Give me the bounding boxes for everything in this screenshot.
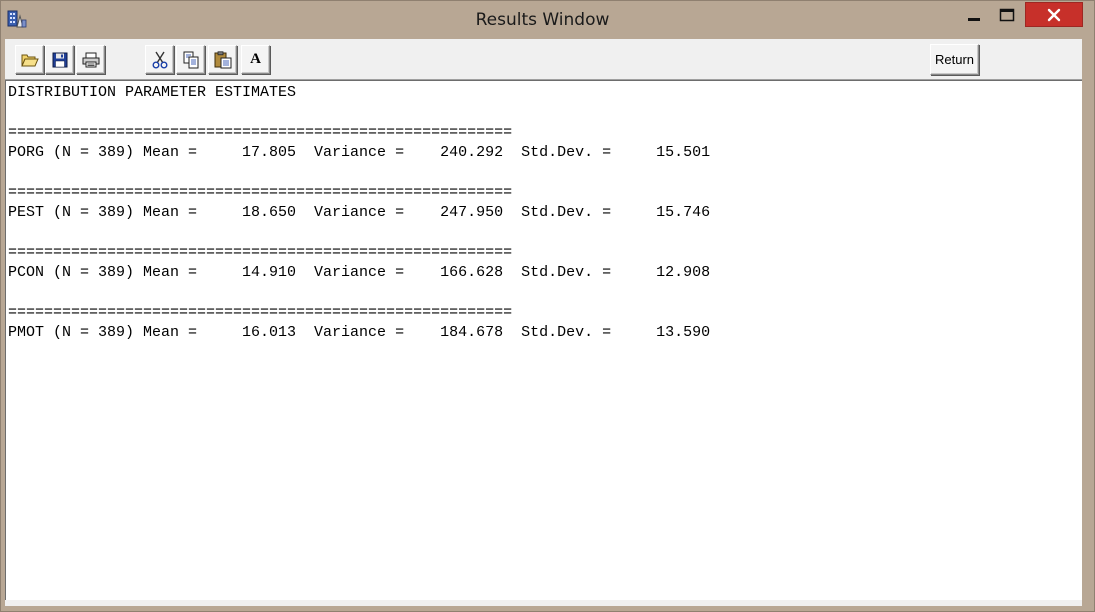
close-button[interactable] [1025, 2, 1083, 27]
title-bar[interactable]: Results Window [1, 1, 1094, 39]
result-line: PCON (N = 389) Mean = 14.910 Variance = … [8, 264, 711, 281]
results-text-area[interactable]: DISTRIBUTION PARAMETER ESTIMATES =======… [5, 80, 1082, 600]
results-text: DISTRIBUTION PARAMETER ESTIMATES =======… [8, 83, 710, 343]
result-line: PORG (N = 389) Mean = 17.805 Variance = … [8, 144, 711, 161]
copy-icon [183, 51, 198, 68]
folder-open-icon [20, 54, 39, 66]
window-title: Results Window [475, 10, 610, 30]
save-button[interactable] [45, 45, 74, 74]
maximize-button[interactable] [991, 2, 1023, 27]
scissors-icon [152, 51, 167, 68]
floppy-disk-icon [52, 52, 67, 67]
results-window: Results Window A Return DISTRIBUTION PAR… [0, 0, 1095, 612]
maximize-icon [999, 8, 1015, 21]
minimize-icon [968, 17, 980, 21]
separator-line: ========================================… [8, 184, 513, 201]
printer-icon [82, 52, 99, 67]
minimize-button[interactable] [957, 2, 991, 27]
cut-button[interactable] [145, 45, 174, 74]
paste-button[interactable] [208, 45, 237, 74]
result-line: PMOT (N = 389) Mean = 16.013 Variance = … [8, 324, 711, 341]
font-a-icon: A [250, 51, 261, 67]
paste-icon [214, 50, 231, 68]
bottom-border [5, 600, 1082, 606]
close-icon [1047, 8, 1061, 21]
separator-line: ========================================… [8, 244, 513, 261]
separator-line: ========================================… [8, 304, 513, 321]
result-line: DISTRIBUTION PARAMETER ESTIMATES [8, 84, 297, 101]
separator-line: ========================================… [8, 124, 513, 141]
open-button[interactable] [15, 45, 44, 74]
font-button[interactable]: A [241, 45, 270, 74]
copy-button[interactable] [176, 45, 205, 74]
print-button[interactable] [76, 45, 105, 74]
result-line: PEST (N = 389) Mean = 18.650 Variance = … [8, 204, 711, 221]
return-button[interactable]: Return [930, 44, 979, 75]
toolbar: A Return [5, 39, 1082, 80]
